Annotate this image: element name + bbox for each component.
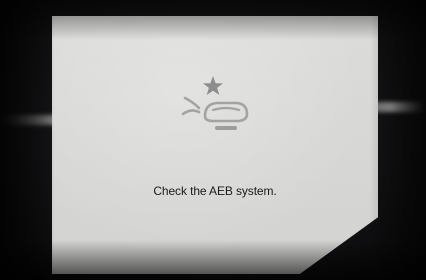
- car-outline-icon: [203, 101, 249, 123]
- aeb-warning-icon: [181, 76, 249, 130]
- warning-panel: Check the AEB system.: [52, 16, 378, 274]
- warning-star-icon: [203, 76, 223, 95]
- car-bumper-icon: [215, 126, 237, 130]
- panel-sheen: [52, 16, 378, 274]
- warning-message: Check the AEB system.: [153, 184, 277, 198]
- radar-wave-icon: [183, 96, 201, 110]
- instrument-cluster-display: Check the AEB system.: [0, 0, 426, 280]
